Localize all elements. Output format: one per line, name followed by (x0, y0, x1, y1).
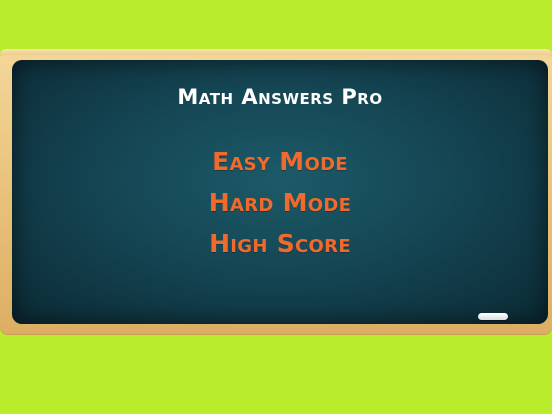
frame-top-edge (0, 49, 552, 55)
high-score-button[interactable]: High Score (209, 230, 351, 258)
hard-mode-button[interactable]: Hard Mode (209, 189, 351, 217)
easy-mode-button[interactable]: Easy Mode (212, 148, 348, 176)
chalkboard-frame: Math Answers Pro Easy Mode Hard Mode Hig… (0, 49, 552, 335)
chalkboard: Math Answers Pro Easy Mode Hard Mode Hig… (12, 60, 548, 324)
chalk-icon (478, 313, 508, 320)
main-menu: Easy Mode Hard Mode High Score (12, 148, 548, 271)
app-title: Math Answers Pro (177, 85, 383, 109)
app-background: Math Answers Pro Easy Mode Hard Mode Hig… (0, 0, 552, 414)
